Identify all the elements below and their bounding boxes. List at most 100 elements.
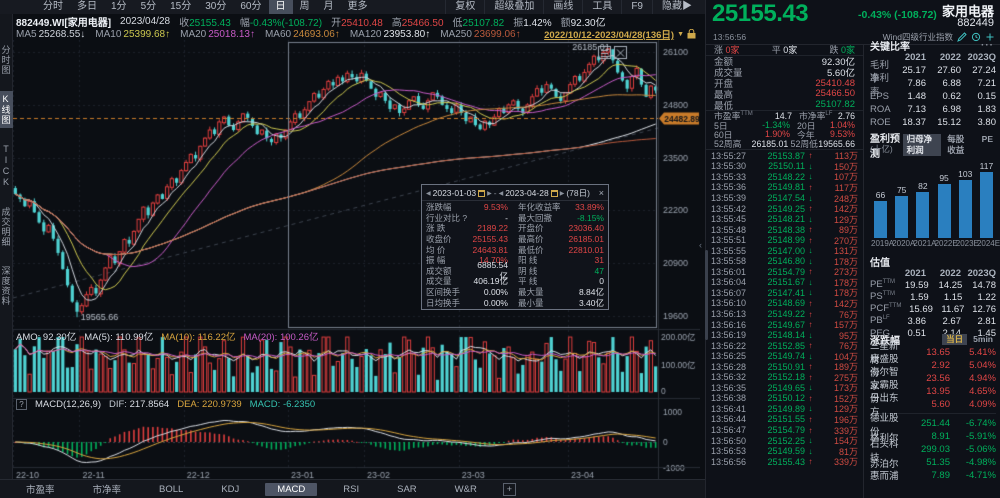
period-tab-分时[interactable]: 分时: [36, 0, 70, 14]
earnings-bar-chart: 66758295103117: [871, 156, 996, 238]
earnings-bar-2022E: 95: [935, 173, 954, 238]
earnings-bar-2020A: 75: [892, 185, 911, 238]
tool-画线[interactable]: 画线: [543, 0, 582, 14]
earnings-bar-2023E: 103: [956, 169, 975, 238]
movers-tab-当日[interactable]: 当日: [942, 334, 967, 345]
indicator-tab-市净率[interactable]: 市净率: [81, 481, 134, 497]
indicator-tab-KDJ[interactable]: KDJ: [209, 483, 251, 496]
downtick-arrow-icon: ↓: [805, 278, 816, 287]
period-tab-5分[interactable]: 5分: [134, 0, 164, 14]
tool-复权[interactable]: 复权: [445, 0, 484, 14]
mover-row-苏泊尔[interactable]: 苏泊尔51.35-4.98%: [870, 456, 996, 469]
sidebar-item-深度资料[interactable]: 深度资料: [0, 263, 13, 309]
sidebar-item-TICK[interactable]: TICK: [1, 141, 11, 191]
indicator-tab-市盈率[interactable]: 市盈率: [14, 481, 67, 497]
period-tab-多日[interactable]: 多日: [70, 0, 104, 14]
amo-label: AMO:: [16, 332, 40, 343]
period-tab-月[interactable]: 月: [317, 0, 341, 14]
movers-tab-5min[interactable]: 5min: [969, 334, 997, 345]
uptick-arrow-icon: ↑: [805, 204, 816, 213]
earnings-tabs: 归母净利润每股收益PE: [903, 134, 1000, 156]
range-stat-row: 日均换手0.00%最小量3.40亿: [426, 297, 604, 308]
indicator-tab-MACD[interactable]: MACD: [265, 483, 317, 496]
period-tab-30分[interactable]: 30分: [198, 0, 233, 14]
range-span: (78日): [566, 187, 590, 199]
uptick-arrow-icon: ↑: [805, 415, 816, 424]
earnings-tab-PE[interactable]: PE: [978, 134, 997, 156]
right-quote-panel: 25155.43 -0.43% (-108.72) 家用电器 882449 13…: [705, 0, 1000, 498]
uptick-arrow-icon: ↑: [805, 341, 816, 350]
panel-collapse-handle[interactable]: ‹: [699, 240, 702, 250]
mover-row-日出东方[interactable]: 日出东方5.604.09%: [870, 398, 996, 411]
instrument-info-line: 882449.WI[家用电器] 2023/04/28 收25155.43幅-0.…: [16, 15, 704, 27]
mover-row-石头科技[interactable]: 石头科技299.03-5.06%: [870, 443, 996, 456]
calendar-icon[interactable]: [478, 190, 485, 197]
period-tab-15分[interactable]: 15分: [163, 0, 198, 14]
indicator-tab-SAR[interactable]: SAR: [385, 483, 429, 496]
earnings-bar-2024E: 117: [977, 161, 996, 238]
period-tab-1分[interactable]: 1分: [104, 0, 134, 14]
period-tab-日[interactable]: 日: [269, 0, 293, 14]
table-row-ROA: ROA7.136.981.83: [870, 103, 996, 116]
range-stats-window[interactable]: ◀ 2023-01-03 ▶ - ◀ 2023-04-28 ▶ (78日) × …: [421, 184, 609, 310]
earnings-tab-每股收益[interactable]: 每股收益: [943, 134, 975, 156]
key-ratios-table: 202120222023Q毛利率25.1727.6027.24净利率7.866.…: [870, 51, 996, 129]
date-next-icon[interactable]: ▶: [560, 190, 565, 197]
add-indicator-tab[interactable]: +: [503, 483, 516, 496]
stat-row-最高: 最高25466.50: [714, 88, 855, 99]
range-start-date[interactable]: 2023-01-03: [433, 188, 476, 198]
more-menu-icon[interactable]: ···: [981, 40, 1000, 51]
quote-detail-column: 涨 0家 平 0家 跌 0家 金额92.30亿成交量5.60亿开盘25410.4…: [706, 44, 864, 498]
downtick-arrow-icon: ↓: [805, 215, 816, 224]
tool-超级叠加[interactable]: 超级叠加: [484, 0, 543, 14]
ma-legend-MA120: MA12023953.80↑: [350, 29, 430, 40]
ma-legend-MA20: MA2025018.13↑: [180, 29, 255, 40]
date-next-icon[interactable]: ▶: [487, 190, 492, 197]
date-prev-icon[interactable]: ◀: [499, 190, 504, 197]
tick-row[interactable]: 13:56:5625155.43↑339万: [711, 456, 858, 467]
instrument-code: 882449.WI[家用电器]: [16, 14, 111, 29]
downtick-arrow-icon: ↓: [805, 246, 816, 255]
table-row-PCF: PCFTTM15.6911.6712.76: [870, 303, 996, 315]
trading-terminal: 分时多日1分5分15分30分60分日周月更多 复权超级叠加画线工具F9隐藏▶ 8…: [0, 0, 1000, 498]
period-tab-60分[interactable]: 60分: [233, 0, 268, 14]
help-icon[interactable]: ?: [16, 399, 27, 410]
sidebar-item-K线图[interactable]: K线图: [0, 91, 13, 128]
uptick-arrow-icon: ↑: [805, 426, 816, 435]
top-toolbar: 分时多日1分5分15分30分60分日周月更多 复权超级叠加画线工具F9隐藏▶: [0, 0, 705, 14]
date-range-selector[interactable]: 2022/10/12-2023/04/28(136日)▼: [544, 27, 702, 41]
mover-row-德业股份[interactable]: 德业股份251.44-6.74%: [870, 417, 996, 430]
date-prev-icon[interactable]: ◀: [426, 190, 431, 197]
indicator-tab-RSI[interactable]: RSI: [331, 483, 371, 496]
range-stats-header: ◀ 2023-01-03 ▶ - ◀ 2023-04-28 ▶ (78日) ×: [422, 185, 608, 201]
uptick-arrow-icon: ↑: [805, 310, 816, 319]
price-change: -0.43% (-108.72): [858, 9, 937, 21]
indicator-tab-BOLL[interactable]: BOLL: [147, 483, 195, 496]
indicator-tab-W&R[interactable]: W&R: [443, 483, 489, 496]
calendar-icon[interactable]: [551, 190, 558, 197]
amo-indicator-header: AMO: 92.30亿 MA(5): 110.99亿 MA(10): 116.2…: [16, 329, 319, 343]
range-stats-rows: 涨跌幅9.53%年化收益率33.89%行业对比 ?-最大回撤-8.15%涨 跌2…: [422, 201, 608, 309]
close-icon[interactable]: ×: [599, 188, 604, 198]
table-row-EPS: EPS1.480.620.15: [870, 90, 996, 103]
tick-list-scrollbar[interactable]: [705, 250, 708, 340]
downtick-arrow-icon: ↓: [805, 257, 816, 266]
downtick-arrow-icon: ↓: [805, 288, 816, 297]
downtick-arrow-icon: ↓: [805, 383, 816, 392]
period-tab-更多[interactable]: 更多: [341, 0, 375, 14]
downtick-arrow-icon: ↓: [805, 172, 816, 181]
earnings-tab-归母净利润[interactable]: 归母净利润: [903, 134, 942, 156]
period-tab-周[interactable]: 周: [293, 0, 317, 14]
quote-field-收: 收25155.43: [179, 14, 231, 29]
mover-row-惠而浦[interactable]: 惠而浦7.89-4.71%: [870, 469, 996, 482]
ma-legend-MA10: MA1025399.68↑: [95, 29, 170, 40]
range-end-date[interactable]: 2023-04-28: [505, 188, 548, 198]
sidebar-item-成交明细[interactable]: 成交明细: [0, 204, 13, 250]
advance-decline-row: 涨 0家 平 0家 跌 0家: [706, 44, 863, 55]
tool-工具[interactable]: 工具: [582, 0, 621, 14]
sidebar-item-分时图[interactable]: 分时图: [0, 42, 13, 78]
tool-隐藏▶[interactable]: 隐藏▶: [652, 0, 701, 14]
tool-F9[interactable]: F9: [621, 0, 652, 14]
trade-date: 2023/04/28: [120, 16, 170, 27]
instrument-code-right: 882449: [957, 17, 994, 29]
